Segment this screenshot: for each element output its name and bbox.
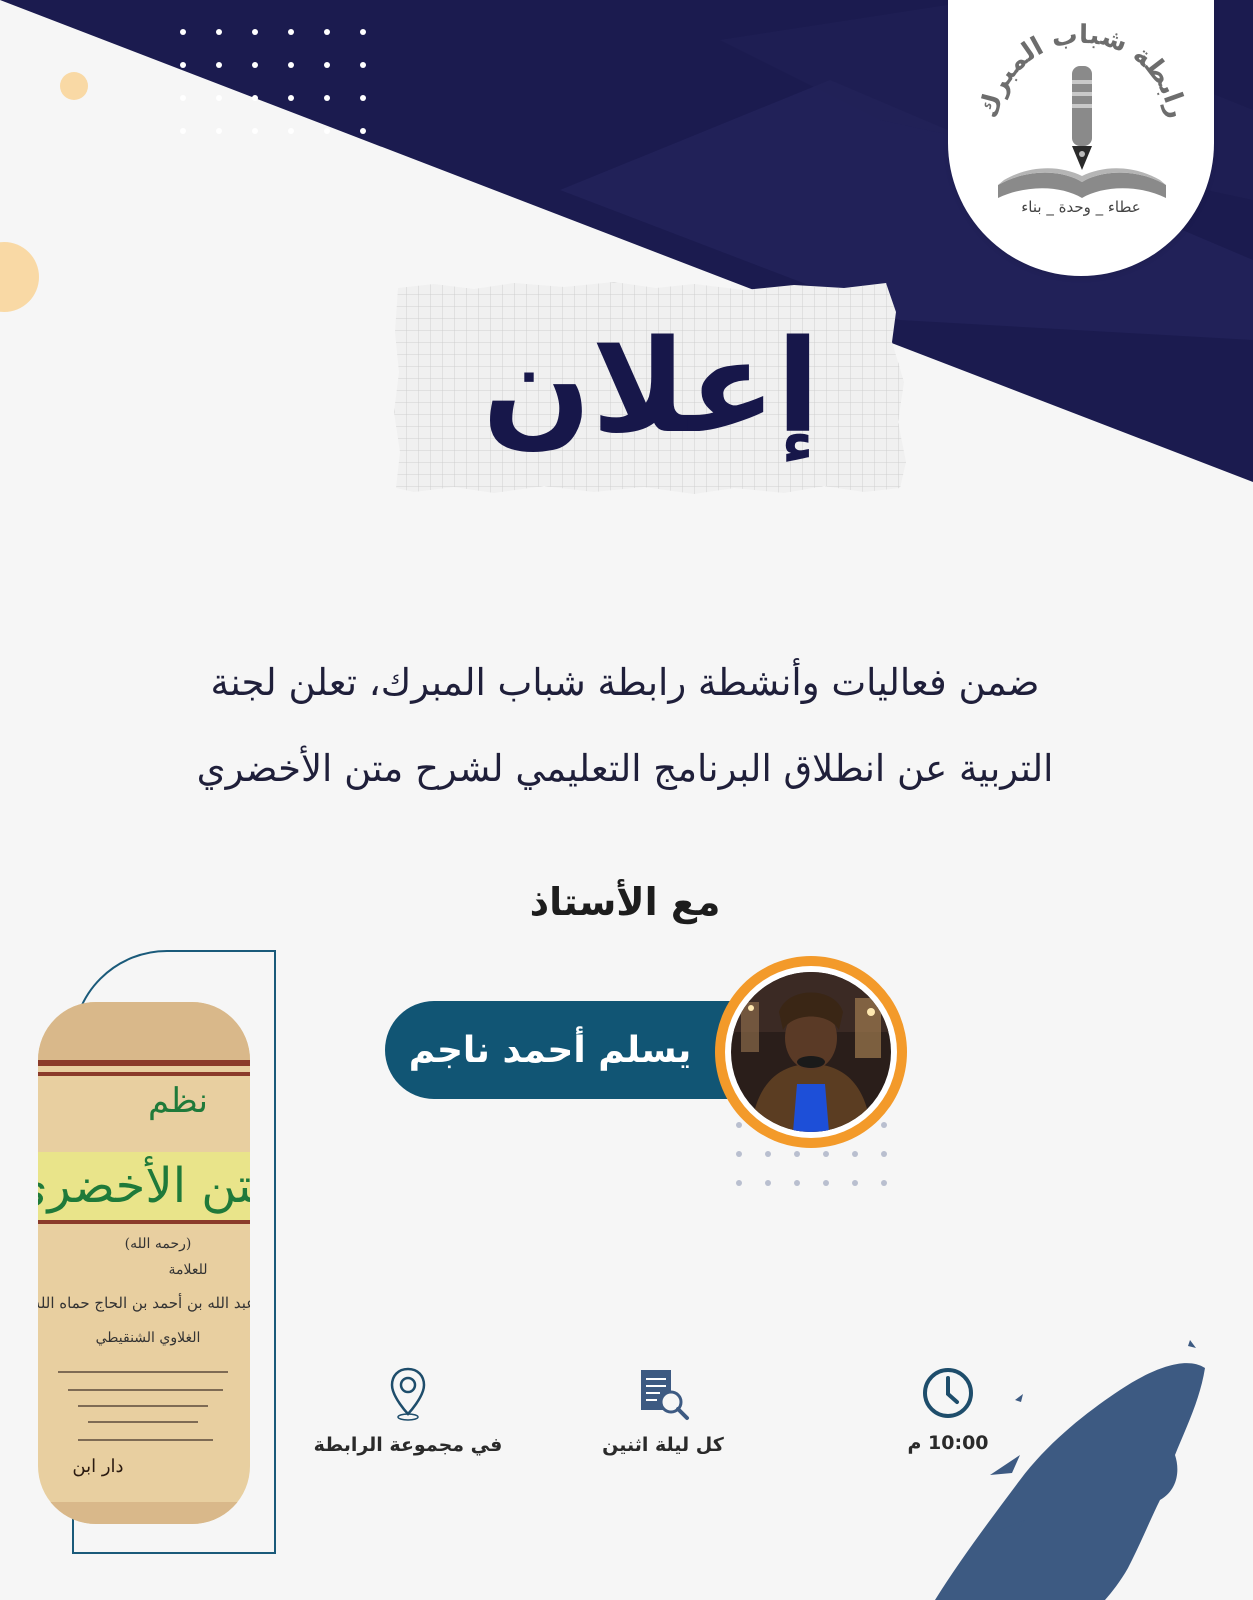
decorative-dot <box>765 1180 771 1186</box>
book-line-1: (رحمه الله) <box>125 1236 192 1252</box>
decorative-dot <box>881 1180 887 1186</box>
decorative-dot <box>180 128 186 134</box>
decorative-dot-grid-top <box>180 29 366 134</box>
decorative-dot <box>180 62 186 68</box>
decorative-dot <box>823 1180 829 1186</box>
decorative-dot <box>881 1122 887 1128</box>
decorative-dot <box>216 62 222 68</box>
logo-motto: عطاء _ وحدة _ بناء <box>1021 198 1141 216</box>
decorative-dot <box>794 1151 800 1157</box>
book-line-3: عبد الله بن أحمد بن الحاج حماه الله <box>38 1293 250 1312</box>
decorative-dot <box>252 95 258 101</box>
info-day: كل ليلة اثنين <box>543 1366 783 1456</box>
info-time: 10:00 م <box>828 1366 1068 1454</box>
teacher-photo-icon <box>731 972 891 1132</box>
decorative-dot <box>360 29 366 35</box>
decorative-dot <box>360 95 366 101</box>
decorative-dot <box>216 95 222 101</box>
decorative-dot <box>881 1151 887 1157</box>
flyer-page: رابطة شباب المبرك عطاء _ وحدة _ بناء إعل… <box>0 0 1253 1600</box>
decorative-dot <box>736 1151 742 1157</box>
clock-icon <box>923 1368 973 1418</box>
decorative-dot <box>794 1180 800 1186</box>
decorative-dot <box>216 128 222 134</box>
announcement-line-1: ضمن فعاليات وأنشطة رابطة شباب المبرك، تع… <box>210 661 1040 704</box>
decorative-dot <box>736 1122 742 1128</box>
decorative-dot <box>324 95 330 101</box>
decorative-dot <box>324 128 330 134</box>
with-teacher-label: مع الأستاذ <box>529 880 721 924</box>
decorative-dot <box>360 62 366 68</box>
decorative-dot <box>823 1151 829 1157</box>
announcement-title: إعلان <box>482 313 820 462</box>
book-cover-image: نظم متن الأخضري (رحمه الله) للعلامة عبد … <box>38 1002 250 1524</box>
decorative-dot <box>252 29 258 35</box>
decorative-dot <box>852 1151 858 1157</box>
decorative-dot <box>288 62 294 68</box>
book-publisher: دار ابن <box>72 1456 123 1477</box>
book-line-2: للعلامة <box>168 1262 207 1278</box>
info-place: في مجموعة الرابطة <box>288 1366 528 1456</box>
day-label: كل ليلة اثنين <box>602 1434 724 1456</box>
decorative-dot <box>736 1180 742 1186</box>
teacher-avatar <box>715 956 907 1148</box>
peach-circle-small <box>60 72 88 100</box>
pen-and-book-logo-icon: رابطة شباب المبرك <box>974 20 1192 198</box>
time-label: 10:00 م <box>907 1432 989 1454</box>
decorative-dot <box>252 128 258 134</box>
logo-card: رابطة شباب المبرك عطاء _ وحدة _ بناء <box>948 0 1214 276</box>
place-label: في مجموعة الرابطة <box>313 1434 503 1456</box>
decorative-dot <box>324 62 330 68</box>
decorative-dot <box>324 29 330 35</box>
decorative-dot <box>852 1180 858 1186</box>
book-title-big: متن الأخضري <box>38 1156 250 1214</box>
location-pin-icon <box>390 1367 426 1421</box>
decorative-dot <box>288 29 294 35</box>
decorative-dot <box>288 95 294 101</box>
decorative-dot <box>180 29 186 35</box>
decorative-dot <box>252 62 258 68</box>
document-search-icon <box>641 1370 689 1420</box>
decorative-dot <box>180 95 186 101</box>
book-title-small: نظم <box>148 1081 208 1121</box>
peach-circle-large <box>0 242 39 312</box>
decorative-dot <box>288 128 294 134</box>
decorative-dot <box>360 128 366 134</box>
teacher-name: يسلم أحمد ناجم <box>408 1029 692 1071</box>
book-line-4: الغلاوي الشنقيطي <box>96 1330 201 1346</box>
decorative-dot <box>765 1151 771 1157</box>
announcement-text: ضمن فعاليات وأنشطة رابطة شباب المبرك، تع… <box>140 640 1110 812</box>
decorative-dot <box>216 29 222 35</box>
announcement-line-2: التربية عن انطلاق البرنامج التعليمي لشرح… <box>196 747 1054 790</box>
